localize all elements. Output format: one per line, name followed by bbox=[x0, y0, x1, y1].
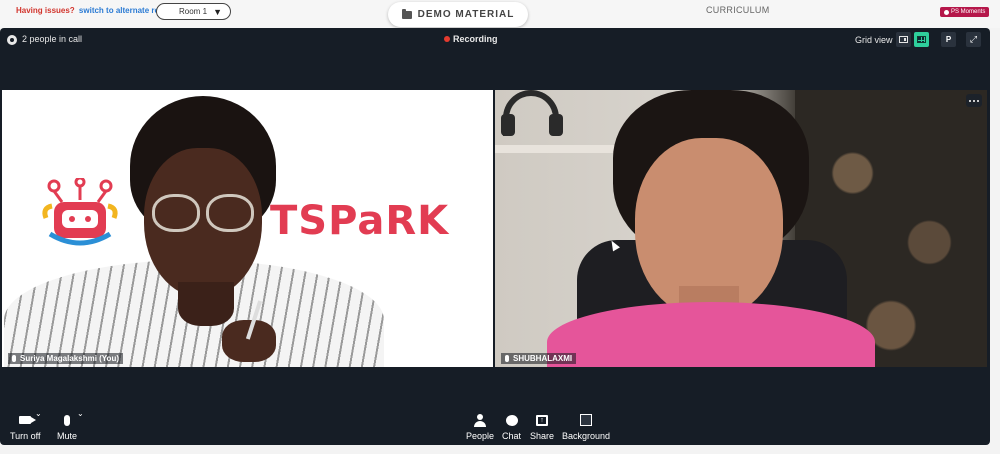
microphone-icon bbox=[64, 414, 70, 426]
tile-more-options-button[interactable] bbox=[966, 94, 982, 107]
mute-label: Mute bbox=[57, 431, 78, 441]
glasses-left bbox=[152, 194, 200, 232]
video-tile-participant[interactable]: SHUBHALAXMI bbox=[495, 90, 987, 367]
room-select[interactable]: Room 1 ▼ bbox=[156, 3, 231, 20]
call-header: 2 people in call Recording Grid view P ⤢ bbox=[0, 28, 990, 52]
moments-icon bbox=[944, 9, 949, 15]
issues-label: Having issues? bbox=[16, 6, 75, 15]
demo-material-button[interactable]: DEMO MATERIAL bbox=[388, 2, 528, 27]
sidebar-view-button[interactable] bbox=[896, 32, 911, 47]
camera-options-chevron-icon[interactable]: ⌄ bbox=[35, 409, 42, 418]
grid-view-button[interactable] bbox=[914, 32, 929, 47]
issues-text: Having issues? switch to alternate room bbox=[16, 6, 171, 15]
background-label: Background bbox=[562, 431, 611, 441]
dot-icon bbox=[977, 99, 979, 102]
camera-icon-wrap bbox=[19, 412, 37, 428]
chat-button[interactable]: Chat bbox=[502, 412, 521, 441]
mic-icon-wrap bbox=[64, 412, 70, 428]
headphone-cushion-left bbox=[501, 114, 515, 136]
person-neck bbox=[178, 282, 234, 326]
mic-options-chevron-icon[interactable]: ⌄ bbox=[77, 409, 84, 418]
room-select-value: Room 1 bbox=[179, 7, 208, 16]
recording-dot-icon bbox=[444, 36, 450, 42]
share-button[interactable]: ↑ Share bbox=[530, 412, 554, 441]
people-icon-wrap bbox=[474, 412, 487, 428]
share-label: Share bbox=[530, 431, 555, 441]
grid-layout-icon bbox=[917, 36, 926, 43]
headphone-cushion-right bbox=[549, 114, 563, 136]
dot-icon bbox=[969, 99, 971, 102]
participant-name-tag: SHUBHALAXMI bbox=[501, 353, 577, 364]
dot-icon bbox=[973, 99, 975, 102]
mic-icon bbox=[12, 355, 16, 362]
caret-down-icon: ▼ bbox=[213, 6, 222, 17]
chat-bubble-icon bbox=[505, 414, 518, 426]
mute-button[interactable]: Mute bbox=[57, 412, 77, 441]
curriculum-tab[interactable]: CURRICULUM bbox=[706, 5, 770, 15]
video-call-window: 2 people in call Recording Grid view P ⤢ bbox=[0, 28, 990, 445]
folder-icon bbox=[401, 8, 412, 19]
recording-label: Recording bbox=[453, 34, 498, 44]
camera-icon bbox=[19, 416, 37, 424]
moments-label: PS Moments bbox=[951, 9, 986, 15]
people-button[interactable]: People bbox=[466, 412, 494, 441]
camera-label: Turn off bbox=[10, 431, 41, 441]
people-label: People bbox=[466, 431, 495, 441]
settings-gear-icon[interactable] bbox=[7, 35, 17, 45]
top-bar: Having issues? switch to alternate room … bbox=[0, 0, 1000, 28]
robot-logo-icon bbox=[42, 178, 118, 246]
demo-material-label: DEMO MATERIAL bbox=[417, 9, 515, 20]
expand-icon: ⤢ bbox=[969, 34, 978, 44]
share-screen-icon: ↑ bbox=[536, 414, 549, 426]
p-letter: P bbox=[945, 35, 952, 44]
fullscreen-button[interactable]: ⤢ bbox=[966, 32, 981, 47]
ps-moments-button[interactable]: PS Moments bbox=[940, 7, 990, 17]
people-count: 2 people in call bbox=[22, 34, 83, 44]
chat-label: Chat bbox=[502, 431, 522, 441]
sidebar-layout-icon bbox=[899, 36, 908, 43]
logo-text: TSPaRK bbox=[270, 198, 450, 244]
person-icon bbox=[474, 413, 487, 427]
participant-name-tag: Suriya Magalakshmi (You) bbox=[8, 353, 123, 364]
background-icon-wrap bbox=[580, 412, 593, 428]
background-icon bbox=[580, 414, 593, 426]
mic-icon bbox=[505, 355, 509, 362]
participant-name: SHUBHALAXMI bbox=[513, 354, 573, 363]
grid-view-label: Grid view bbox=[855, 35, 893, 45]
participant-p-button[interactable]: P bbox=[941, 32, 956, 47]
share-icon-wrap: ↑ bbox=[536, 412, 549, 428]
video-tile-you[interactable]: TSPaRK Suriya Magalakshmi (You) bbox=[2, 90, 493, 367]
chat-icon-wrap bbox=[505, 412, 518, 428]
glasses-right bbox=[206, 194, 254, 232]
participant-name: Suriya Magalakshmi (You) bbox=[20, 354, 119, 363]
recording-indicator: Recording bbox=[444, 34, 498, 44]
background-button[interactable]: Background bbox=[562, 412, 610, 441]
